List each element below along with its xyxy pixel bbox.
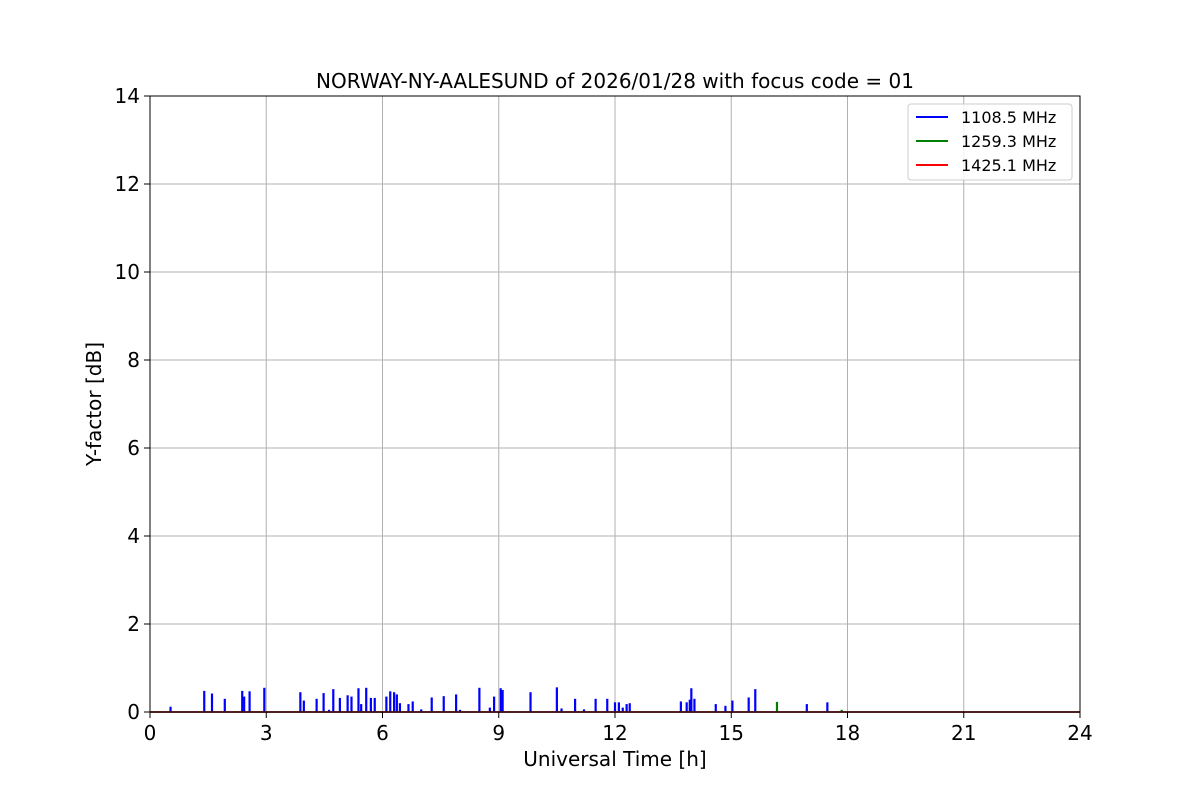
x-tick-label: 12 (602, 721, 627, 745)
y-tick-label: 6 (127, 436, 140, 460)
x-tick-label: 15 (719, 721, 744, 745)
y-tick-label: 8 (127, 348, 140, 372)
legend-entry: 1108.5 MHz (961, 108, 1056, 127)
y-axis-label: Y-factor [dB] (82, 342, 106, 467)
chart-title: NORWAY-NY-AALESUND of 2026/01/28 with fo… (316, 69, 914, 93)
legend: 1108.5 MHz 1259.3 MHz 1425.1 MHz (907, 103, 1073, 181)
y-tick-label: 2 (127, 612, 140, 636)
x-tick-label: 18 (835, 721, 860, 745)
x-axis-label: Universal Time [h] (523, 747, 706, 771)
chart-svg: 0 3 6 9 12 15 18 21 2402468101214 NORWAY-NY-AALE… (0, 0, 1200, 800)
y-tick-label: 14 (115, 84, 140, 108)
x-tick-label: 0 (144, 721, 157, 745)
y-tick-label: 10 (115, 260, 140, 284)
x-tick-label: 21 (951, 721, 976, 745)
x-tick-label: 6 (376, 721, 389, 745)
x-tick-label: 3 (260, 721, 273, 745)
x-tick-label: 9 (492, 721, 505, 745)
legend-entry: 1259.3 MHz (961, 132, 1056, 151)
y-tick-label: 4 (127, 524, 140, 548)
y-tick-label: 0 (127, 700, 140, 724)
y-tick-label: 12 (115, 172, 140, 196)
legend-entry: 1425.1 MHz (961, 156, 1056, 175)
x-tick-label: 24 (1067, 721, 1092, 745)
